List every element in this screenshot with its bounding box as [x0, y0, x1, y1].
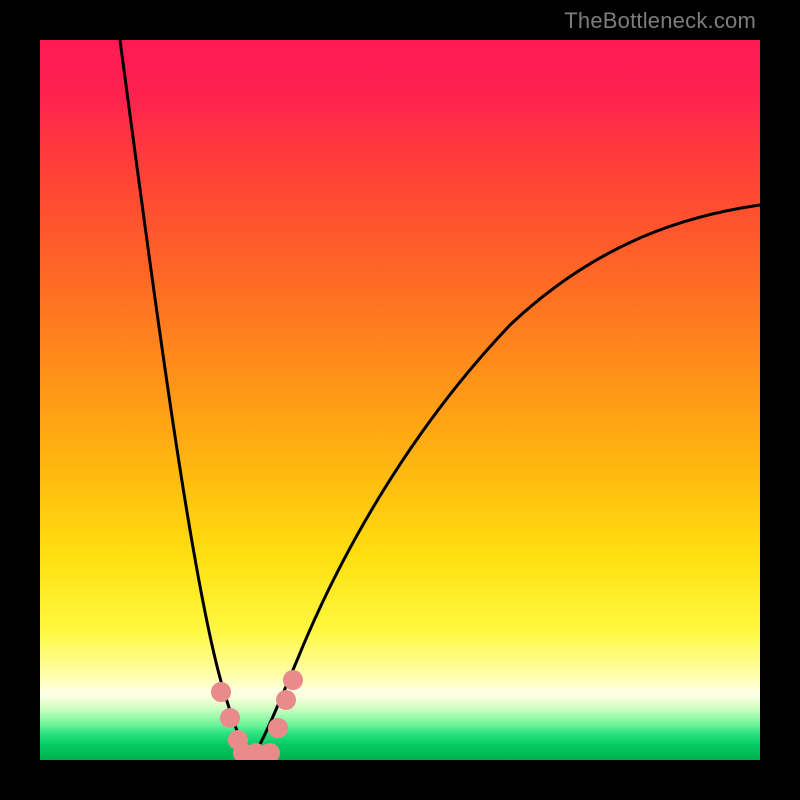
bottleneck-curve — [120, 40, 760, 760]
watermark-text: TheBottleneck.com — [564, 8, 756, 34]
marker-dot — [260, 743, 280, 760]
marker-dot — [211, 682, 231, 702]
marker-dot — [220, 708, 240, 728]
marker-group — [211, 670, 303, 760]
chart-frame: TheBottleneck.com — [0, 0, 800, 800]
plot-area — [40, 40, 760, 760]
marker-dot — [268, 718, 288, 738]
marker-dot — [276, 690, 296, 710]
chart-svg — [40, 40, 760, 760]
marker-dot — [283, 670, 303, 690]
